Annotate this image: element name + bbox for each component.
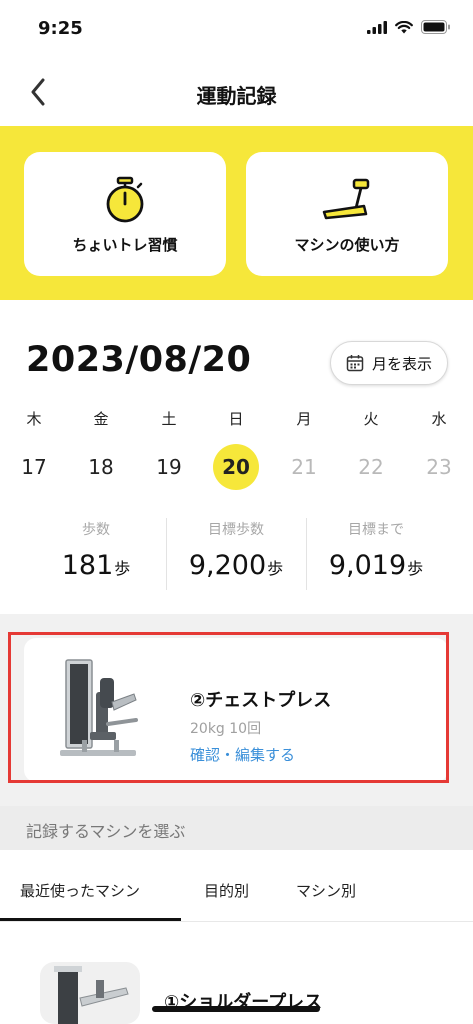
record-section: ②チェストプレス 20kg 10回 確認・編集する	[0, 614, 473, 806]
tab-machine[interactable]: マシン別	[296, 880, 356, 901]
calendar-icon	[346, 355, 364, 372]
day-sun[interactable]: 日 20	[211, 408, 261, 490]
day-number: 23	[426, 455, 452, 479]
day-number: 22	[358, 455, 384, 479]
day-sat[interactable]: 土 19	[144, 408, 194, 490]
show-month-button[interactable]: 月を表示	[330, 341, 448, 385]
cellular-signal-icon	[367, 20, 387, 34]
show-month-label: 月を表示	[371, 354, 432, 373]
selected-date: 2023/08/20	[26, 340, 252, 380]
week-strip: 木 17 金 18 土 19 日 20 月 21 火 22 水 23	[0, 408, 473, 490]
shoulder-press-machine-image	[54, 966, 129, 1024]
stat-unit: 歩	[114, 559, 131, 578]
stat-label: 目標まで	[348, 522, 404, 538]
tab-recent[interactable]: 最近使ったマシン	[20, 880, 140, 901]
wifi-icon	[395, 20, 413, 33]
stat-unit: 歩	[407, 559, 424, 578]
shoulder-press-thumb	[40, 962, 140, 1024]
list-item[interactable]: ①ショルダープレス	[0, 950, 473, 1024]
day-fri[interactable]: 金 18	[76, 408, 126, 490]
day-of-week: 火	[363, 410, 379, 428]
page-title: 運動記録	[196, 84, 277, 108]
card-icon-wrap	[24, 176, 226, 224]
day-number-selected: 20	[213, 444, 259, 490]
shortcut-band: ちょいトレ習慣 マシンの使い方	[0, 126, 473, 300]
day-of-week: 木	[26, 410, 42, 428]
machine-tabs: 最近使ったマシン 目的別 マシン別	[0, 850, 473, 922]
day-thu[interactable]: 木 17	[9, 408, 59, 490]
stat-label: 目標歩数	[208, 522, 264, 538]
stat-value-row: 9,200歩	[166, 550, 306, 581]
status-bar: 9:25	[0, 0, 473, 56]
day-of-week: 水	[431, 410, 447, 428]
status-time: 9:25	[38, 18, 83, 39]
stopwatch-icon	[106, 176, 144, 223]
day-number: 17	[21, 455, 47, 479]
day-mon[interactable]: 月 21	[279, 408, 329, 490]
step-stats: 歩数 181歩 目標歩数 9,200歩 目標まで 9,019歩	[0, 518, 473, 594]
day-of-week: 日	[228, 410, 244, 428]
day-tue[interactable]: 火 22	[346, 408, 396, 490]
stat-value: 9,019	[328, 550, 407, 581]
stat-value-row: 181歩	[26, 550, 166, 581]
day-number: 19	[156, 455, 182, 479]
day-of-week: 金	[93, 410, 109, 428]
stat-value: 181	[61, 550, 114, 581]
choi-tore-label: ちょいトレ習慣	[72, 236, 178, 254]
section-header-label: 記録するマシンを選ぶ	[26, 822, 186, 841]
stat-remaining: 目標まで 9,019歩	[306, 518, 446, 581]
nav-bar: 運動記録	[0, 62, 473, 122]
status-icons	[367, 20, 451, 34]
card-icon-wrap	[246, 176, 448, 224]
stat-steps: 歩数 181歩	[26, 518, 166, 581]
highlight-box	[8, 632, 449, 783]
home-indicator	[152, 1006, 320, 1012]
tab-purpose[interactable]: 目的別	[204, 880, 249, 901]
stat-label: 歩数	[82, 522, 110, 538]
choi-tore-card[interactable]: ちょいトレ習慣	[24, 152, 226, 276]
day-of-week: 土	[161, 410, 177, 428]
stat-goal-steps: 目標歩数 9,200歩	[166, 518, 306, 581]
section-header: 記録するマシンを選ぶ	[0, 806, 473, 850]
machine-howto-card[interactable]: マシンの使い方	[246, 152, 448, 276]
stat-value: 9,200	[188, 550, 267, 581]
machine-howto-label: マシンの使い方	[294, 236, 400, 254]
day-wed[interactable]: 水 23	[414, 408, 464, 490]
battery-icon	[421, 20, 450, 34]
stat-value-row: 9,019歩	[306, 550, 446, 581]
day-number: 21	[291, 455, 317, 479]
stat-unit: 歩	[267, 559, 284, 578]
treadmill-icon	[322, 178, 370, 220]
day-of-week: 月	[296, 410, 312, 428]
active-tab-indicator	[0, 918, 181, 921]
day-number: 18	[88, 455, 114, 479]
